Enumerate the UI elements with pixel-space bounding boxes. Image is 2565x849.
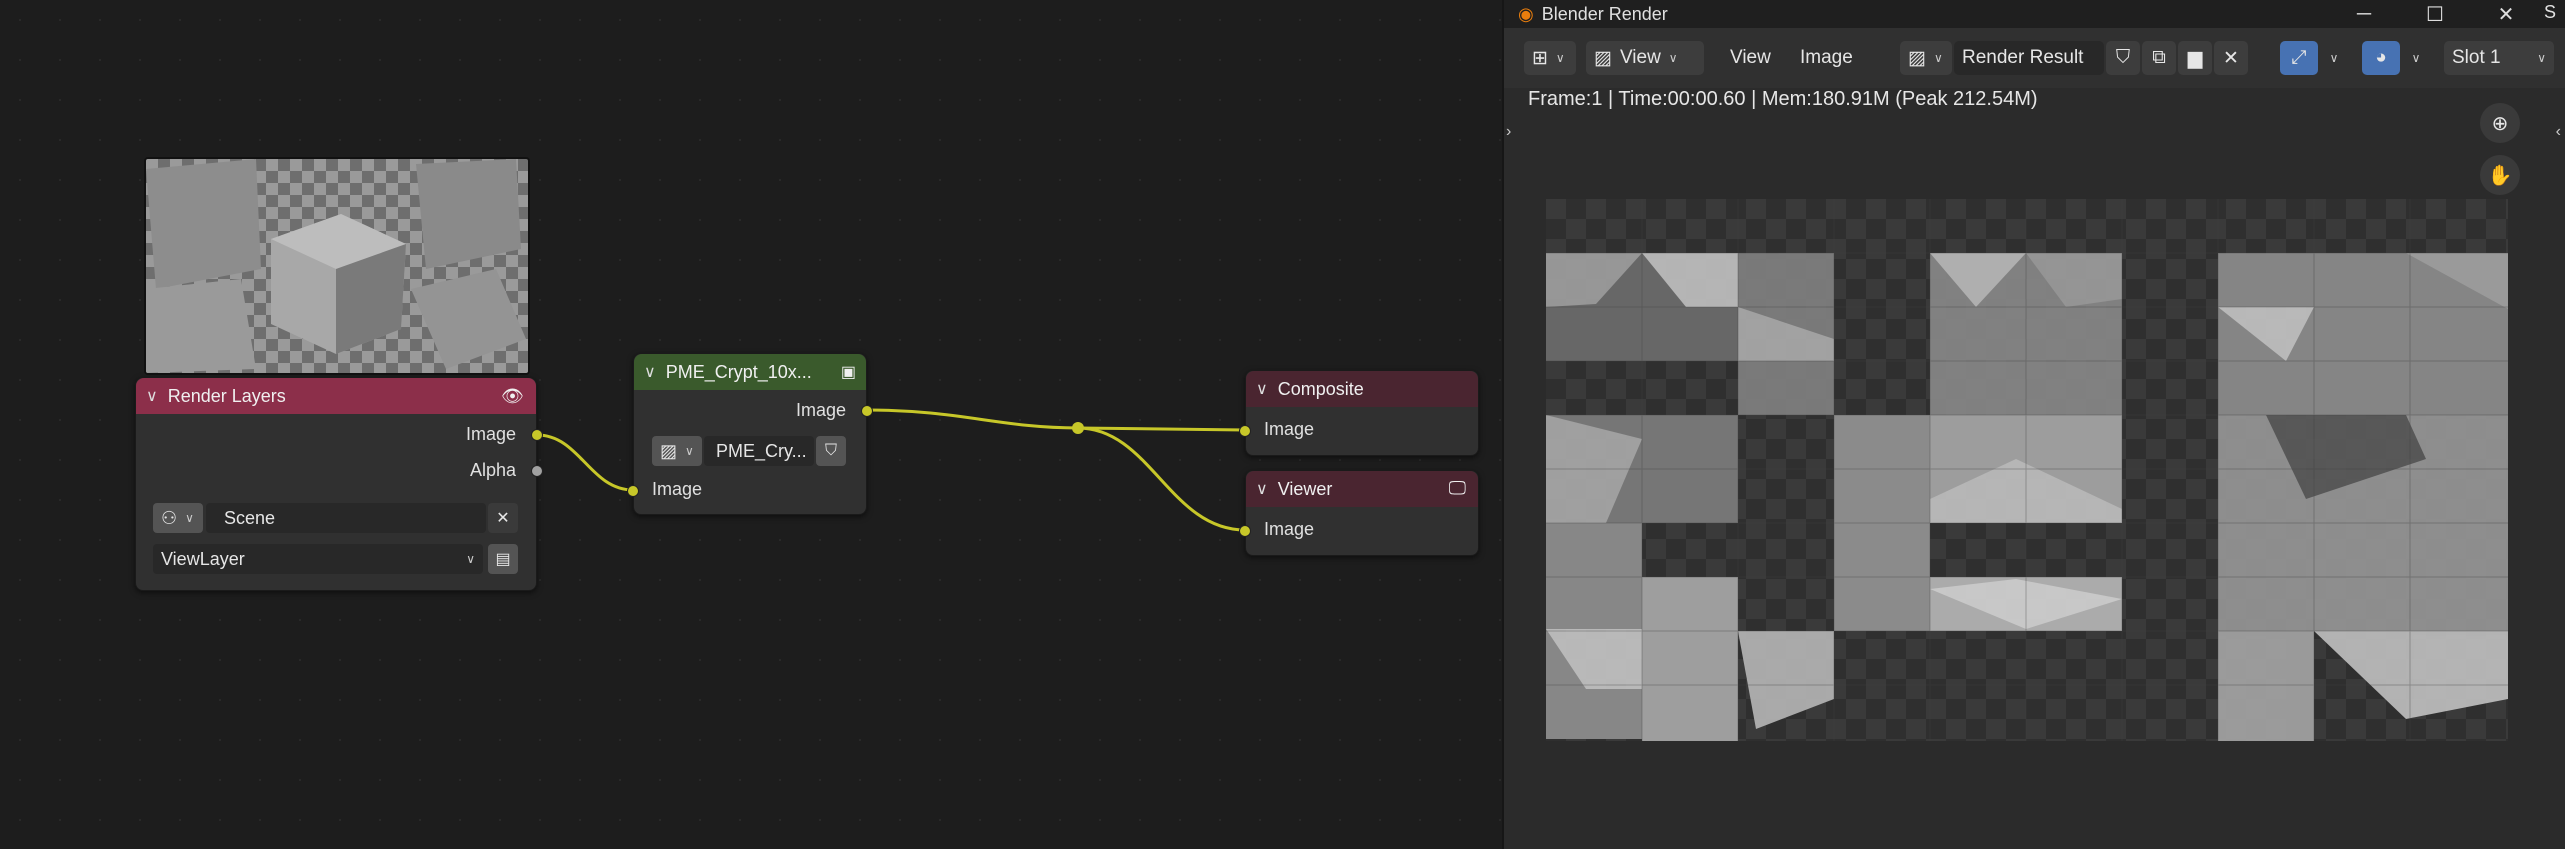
- scene-name: Scene: [224, 507, 276, 528]
- node-options-icon[interactable]: ▣: [841, 362, 856, 382]
- hand-icon[interactable]: ✋: [2480, 155, 2520, 195]
- output-image-label: Image: [465, 424, 516, 444]
- link-renderlayers-crypt: [536, 433, 634, 492]
- view-mode-dropdown[interactable]: ▨ View ∨: [1586, 41, 1704, 75]
- view-layer-dropdown[interactable]: ViewLayer ∨: [153, 544, 483, 574]
- viewer-title: Viewer: [1277, 478, 1333, 499]
- folder-icon[interactable]: ▆: [2178, 41, 2212, 75]
- close-icon[interactable]: ✕: [488, 503, 518, 533]
- editor-type-icon: ⊞: [1532, 47, 1548, 69]
- browse-icon[interactable]: ▤: [488, 544, 518, 574]
- minimize-icon[interactable]: ─: [2334, 0, 2394, 28]
- viewer-header[interactable]: ∨ Viewer 🖵: [1246, 471, 1478, 507]
- menu-image-label: Image: [1800, 47, 1853, 68]
- menu-image[interactable]: Image: [1792, 41, 1861, 75]
- collapse-chevron-icon[interactable]: ∨: [1256, 379, 1268, 399]
- collapse-chevron-icon[interactable]: ∨: [146, 386, 158, 406]
- reroute-dot: [1072, 422, 1084, 434]
- render-info: Frame:1 | Time:00:00.60 | Mem:180.91M (P…: [1528, 88, 2038, 110]
- scene-type-dropdown[interactable]: ⚇ ∨: [153, 503, 203, 533]
- link-reroute-composite: [1077, 426, 1246, 432]
- shield-icon[interactable]: ⛉: [816, 436, 846, 466]
- overlay-toggle[interactable]: ⤢: [2280, 41, 2318, 75]
- scene-icon: ⚇: [161, 507, 178, 528]
- render-result-image[interactable]: [1546, 199, 2508, 741]
- render-layers-title: Render Layers: [167, 385, 286, 406]
- viewer-node[interactable]: ∨ Viewer 🖵 Image: [1239, 470, 1479, 556]
- composite-node[interactable]: ∨ Composite Image: [1239, 370, 1479, 456]
- scene-field[interactable]: Scene: [206, 503, 486, 533]
- display-channels-toggle[interactable]: ◕: [2362, 41, 2400, 75]
- image-icon: ▨: [1594, 47, 1612, 69]
- render-window[interactable]: ◉ Blender Render ─ ☐ ✕ S ⊞ ∨ ▨ View ∨ Vie…: [1502, 0, 2565, 849]
- composite-title: Composite: [1277, 378, 1364, 399]
- viewer-input-socket[interactable]: [1239, 525, 1251, 537]
- image-name-field[interactable]: Render Result: [1954, 41, 2104, 75]
- node-editor[interactable]: ∨ Render Layers 👁 Image Alpha ⚇ ∨ Scene ✕…: [0, 0, 1502, 849]
- unlink-icon[interactable]: ✕: [2214, 41, 2248, 75]
- partial-label: S: [2544, 2, 2557, 22]
- link-reroute-viewer: [1077, 426, 1246, 532]
- toolbar-toggle-icon[interactable]: ‹: [2556, 123, 2561, 141]
- render-layers-node[interactable]: ∨ Render Layers 👁 Image Alpha ⚇ ∨ Scene ✕…: [135, 377, 543, 591]
- image-editor-header: ⊞ ∨ ▨ View ∨ View Image ▨ ∨ Render Result …: [1504, 28, 2565, 88]
- crypt-input-socket[interactable]: [627, 485, 639, 497]
- menu-view[interactable]: View: [1722, 41, 1779, 75]
- display-channels-dropdown[interactable]: ∨: [2402, 41, 2430, 75]
- composite-header[interactable]: ∨ Composite: [1246, 371, 1478, 407]
- slot-dropdown[interactable]: Slot 1 ∨: [2444, 41, 2554, 75]
- window-title-bar[interactable]: ◉ Blender Render ─ ☐ ✕ S: [1504, 0, 2565, 28]
- image-browse-icon: ▨: [1908, 47, 1926, 69]
- monitor-icon[interactable]: 🖵: [1449, 478, 1466, 499]
- render-tiles: [1546, 199, 2508, 741]
- image-icon: ▨: [660, 440, 678, 461]
- slot-label: Slot 1: [2452, 47, 2501, 68]
- composite-input-socket[interactable]: [1239, 425, 1251, 437]
- crypt-output-label: Image: [795, 400, 846, 420]
- window-title: Blender Render: [1541, 3, 1668, 24]
- viewer-input-label: Image: [1264, 519, 1315, 539]
- image-area[interactable]: › ‹ ⊕ ✋: [1504, 103, 2565, 849]
- eye-icon[interactable]: 👁: [501, 386, 524, 407]
- maximize-icon[interactable]: ☐: [2405, 0, 2465, 28]
- crypt-node-header[interactable]: ∨ PME_Crypt_10x... ▣: [634, 354, 866, 390]
- preview-cubes: [146, 159, 526, 373]
- view-mode-label: View: [1619, 47, 1661, 68]
- image-name: PME_Cry...: [716, 440, 807, 461]
- crypt-node-title: PME_Crypt_10x...: [665, 361, 812, 382]
- view-layer-name: ViewLayer: [161, 548, 245, 569]
- render-preview: [144, 157, 530, 375]
- sidebar-toggle-icon[interactable]: ›: [1506, 123, 1511, 141]
- crypt-input-label: Image: [652, 479, 703, 499]
- editor-type-dropdown[interactable]: ⊞ ∨: [1524, 41, 1576, 75]
- link-crypt-reroute: [865, 408, 1079, 430]
- crypt-output-socket[interactable]: [861, 405, 873, 417]
- duplicate-icon[interactable]: ⧉: [2142, 41, 2176, 75]
- composite-input-label: Image: [1264, 419, 1315, 439]
- crypt-node[interactable]: ∨ PME_Crypt_10x... ▣ Image ▨ ∨ PME_Cry...…: [627, 353, 873, 515]
- zoom-icon[interactable]: ⊕: [2480, 103, 2520, 143]
- output-alpha-label: Alpha: [469, 460, 516, 480]
- menu-view-label: View: [1730, 47, 1771, 68]
- output-image-socket[interactable]: [531, 429, 543, 441]
- image-browse-dropdown[interactable]: ▨ ∨: [1900, 41, 1952, 75]
- close-window-icon[interactable]: ✕: [2476, 0, 2536, 28]
- shield-icon[interactable]: ⛉: [2106, 41, 2140, 75]
- image-name-field[interactable]: PME_Cry...: [704, 436, 814, 466]
- render-layers-header[interactable]: ∨ Render Layers 👁: [136, 378, 536, 414]
- overlay-dropdown[interactable]: ∨: [2320, 41, 2348, 75]
- output-alpha-socket[interactable]: [531, 465, 543, 477]
- image-type-dropdown[interactable]: ▨ ∨: [652, 436, 702, 466]
- blender-logo-icon: ◉: [1518, 3, 1534, 24]
- image-name-label: Render Result: [1962, 47, 2084, 68]
- collapse-chevron-icon[interactable]: ∨: [1256, 479, 1268, 499]
- collapse-chevron-icon[interactable]: ∨: [644, 362, 656, 382]
